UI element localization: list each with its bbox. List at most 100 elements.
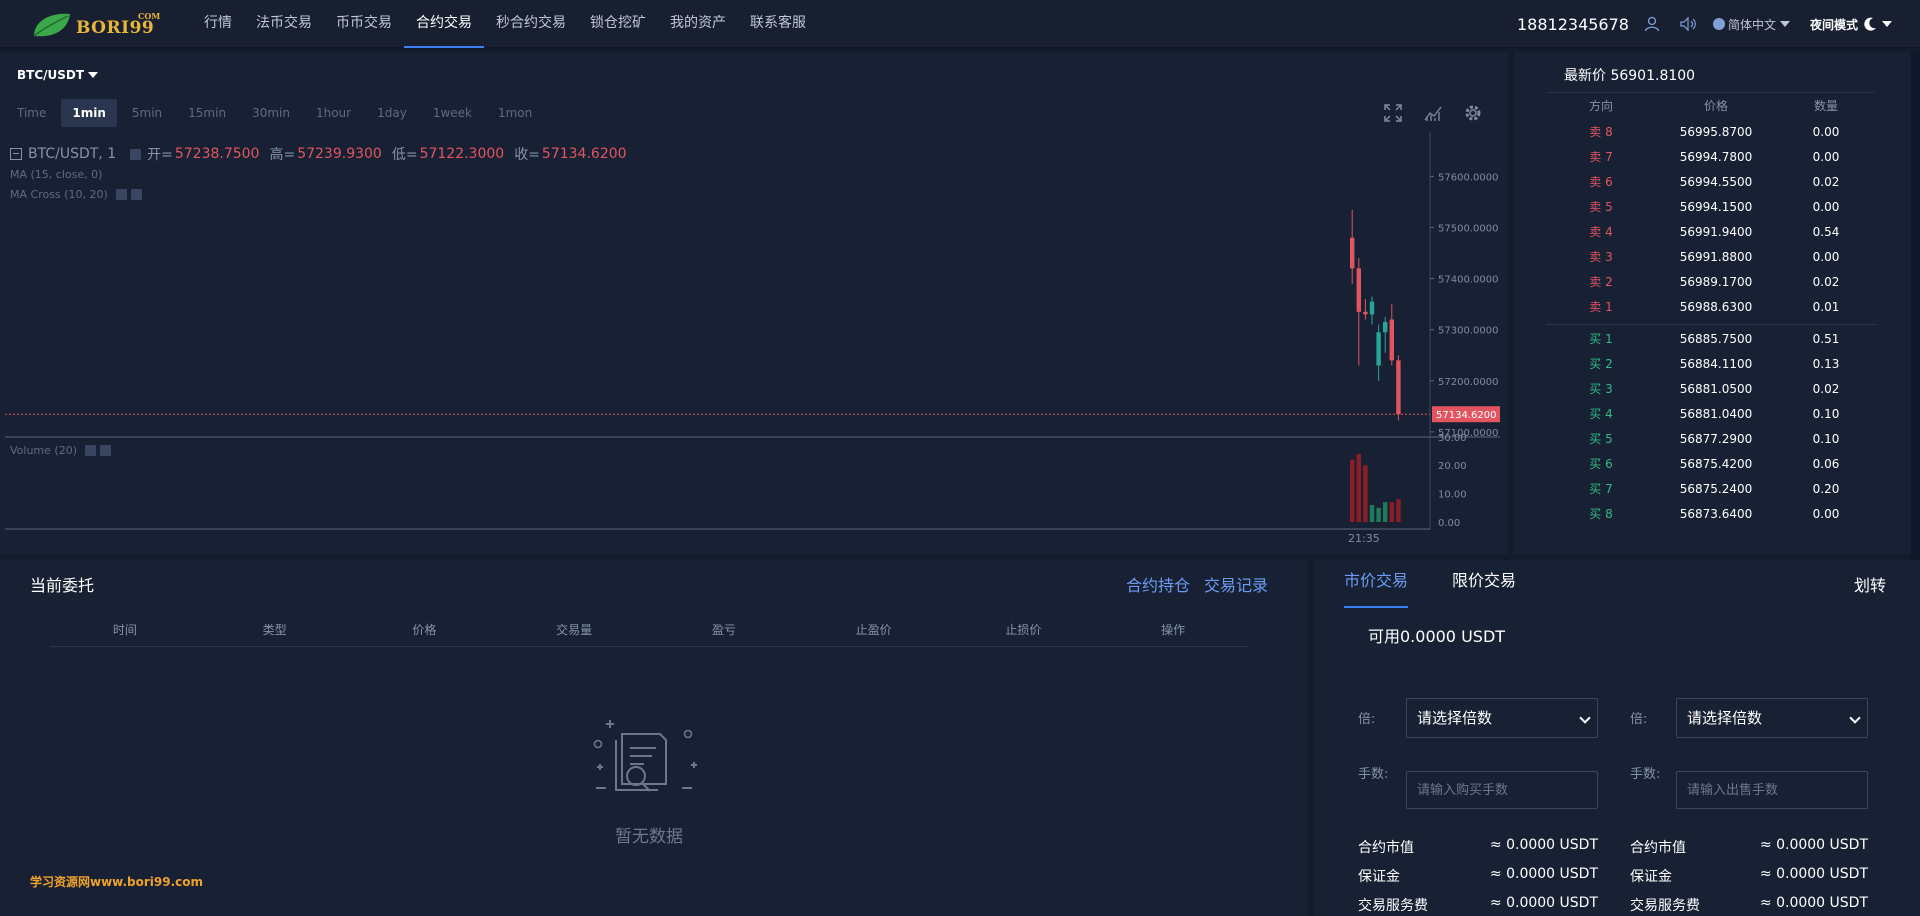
timeframe-5min[interactable]: 5min bbox=[121, 99, 173, 127]
timeframe-1mon[interactable]: 1mon bbox=[487, 99, 543, 127]
ask-list: 卖 8 56995.8700 0.00 卖 7 56994.7800 0.00 卖 6 569… bbox=[1546, 119, 1876, 319]
ask-row[interactable]: 卖 7 56994.7800 0.00 bbox=[1546, 144, 1876, 169]
buy-multiplier-select[interactable]: 请选择倍数 bbox=[1406, 698, 1598, 738]
close-icon[interactable] bbox=[100, 445, 111, 456]
ask-row[interactable]: 卖 6 56994.5500 0.02 bbox=[1546, 169, 1876, 194]
indicator-volume[interactable]: Volume (20) bbox=[10, 444, 111, 457]
candle-body bbox=[1389, 319, 1394, 361]
night-mode-label: 夜间模式 bbox=[1809, 17, 1858, 32]
bid-row[interactable]: 买 1 56885.7500 0.51 bbox=[1546, 326, 1876, 351]
volume-bar bbox=[1356, 453, 1361, 522]
chevron-down-icon bbox=[1779, 21, 1790, 27]
chevron-down-icon bbox=[1882, 21, 1892, 27]
bid-price: 56884.1100 bbox=[1679, 356, 1753, 371]
timeframe-1min[interactable]: 1min bbox=[61, 99, 117, 127]
nav-item-market[interactable]: 行情 bbox=[192, 0, 244, 48]
col-volume: 交易量 bbox=[556, 623, 593, 637]
language-selector[interactable]: 简体中文 bbox=[1712, 16, 1790, 33]
y-tick-label: 57400.0000 bbox=[1438, 275, 1498, 286]
bid-row[interactable]: 买 2 56884.1100 0.13 bbox=[1546, 351, 1876, 376]
user-icon[interactable] bbox=[1641, 13, 1663, 35]
timeframe-30min[interactable]: 30min bbox=[241, 99, 301, 127]
ask-price: 56994.7800 bbox=[1679, 149, 1753, 164]
buy-fee-value: ≈ 0.0000 USDT bbox=[1489, 895, 1598, 911]
speaker-icon[interactable] bbox=[1677, 13, 1699, 35]
history-link[interactable]: 交易记录 bbox=[1204, 572, 1268, 596]
book-divider bbox=[1546, 324, 1876, 325]
buy-market-value-label: 合约市值 bbox=[1358, 840, 1414, 856]
low-value: 57122.3000 bbox=[419, 146, 505, 162]
volume-bar bbox=[1389, 502, 1394, 522]
ask-row[interactable]: 卖 8 56995.8700 0.00 bbox=[1546, 119, 1876, 144]
fullscreen-icon[interactable] bbox=[1380, 100, 1406, 126]
pair-selector[interactable]: BTC/USDT bbox=[17, 68, 99, 82]
nav-item-assets[interactable]: 我的资产 bbox=[658, 0, 738, 48]
indicators-icon[interactable] bbox=[1420, 100, 1446, 126]
bid-side: 买 4 bbox=[1589, 407, 1613, 421]
bid-row[interactable]: 买 4 56881.0400 0.10 bbox=[1546, 401, 1876, 426]
settings-icon[interactable] bbox=[130, 148, 142, 160]
user-phone[interactable]: 18812345678 bbox=[1517, 15, 1629, 34]
moon-icon bbox=[1864, 17, 1876, 31]
tab-market-order[interactable]: 市价交易 bbox=[1344, 560, 1409, 608]
settings-icon[interactable] bbox=[85, 445, 96, 456]
brand-logo[interactable]: BORI99 COM bbox=[30, 10, 170, 42]
ask-row[interactable]: 卖 3 56991.8800 0.00 bbox=[1546, 244, 1876, 269]
ask-side: 卖 5 bbox=[1589, 200, 1613, 214]
ask-row[interactable]: 卖 1 56988.6300 0.01 bbox=[1546, 294, 1876, 319]
orders-title: 当前委托 bbox=[30, 576, 95, 595]
collapse-icon[interactable] bbox=[10, 148, 22, 160]
close-icon[interactable] bbox=[130, 189, 142, 200]
close-label: 收= bbox=[514, 147, 540, 163]
ask-row[interactable]: 卖 2 56989.1700 0.02 bbox=[1546, 269, 1876, 294]
bid-qty: 0.00 bbox=[1812, 506, 1840, 521]
bid-row[interactable]: 买 5 56877.2900 0.10 bbox=[1546, 426, 1876, 451]
bid-price: 56881.0400 bbox=[1679, 406, 1753, 421]
col-price: 价格 bbox=[412, 623, 437, 637]
sell-multiplier-select[interactable]: 请选择倍数 bbox=[1676, 698, 1868, 738]
night-mode-toggle[interactable]: 夜间模式 bbox=[1810, 16, 1892, 33]
indicator-ma-cross[interactable]: MA Cross (10, 20) bbox=[10, 188, 142, 201]
orders-table-header: 时间 类型 价格 交易量 盈亏 止盈价 止损价 操作 bbox=[50, 621, 1248, 647]
candlestick-chart[interactable]: 57600.0000 57500.0000 57400.0000 57300.0000… bbox=[0, 52, 1508, 554]
bid-price: 56877.2900 bbox=[1679, 431, 1753, 446]
settings-icon[interactable] bbox=[115, 189, 127, 200]
buy-lots-input[interactable] bbox=[1406, 771, 1598, 809]
timeframe-1day[interactable]: 1day bbox=[366, 99, 418, 127]
candle-body bbox=[1350, 237, 1355, 269]
indicator-ma-cross-label: MA Cross (10, 20) bbox=[10, 188, 108, 201]
nav-item-second-contract[interactable]: 秒合约交易 bbox=[484, 0, 578, 48]
trade-tabs: 市价交易 限价交易 bbox=[1344, 560, 1560, 608]
settings-gear-icon[interactable] bbox=[1460, 100, 1486, 126]
sell-lots-input[interactable] bbox=[1676, 771, 1868, 809]
nav-item-spot[interactable]: 币币交易 bbox=[324, 0, 404, 48]
transfer-button[interactable]: 划转 bbox=[1854, 572, 1886, 596]
bid-row[interactable]: 买 8 56873.6400 0.00 bbox=[1546, 501, 1876, 526]
ask-price: 56994.5500 bbox=[1679, 174, 1753, 189]
timeframe-time[interactable]: Time bbox=[6, 99, 57, 127]
timeframe-1hour[interactable]: 1hour bbox=[305, 99, 362, 127]
ask-price: 56989.1700 bbox=[1679, 274, 1753, 289]
bid-row[interactable]: 买 3 56881.0500 0.02 bbox=[1546, 376, 1876, 401]
nav-item-support[interactable]: 联系客服 bbox=[738, 0, 818, 48]
ask-qty: 0.54 bbox=[1812, 224, 1840, 239]
timeframe-15min[interactable]: 15min bbox=[177, 99, 237, 127]
nav-right: 18812345678 简体中文 夜间模式 bbox=[1517, 0, 1920, 48]
buy-lots-label: 手数: bbox=[1358, 767, 1389, 782]
timeframe-1week[interactable]: 1week bbox=[422, 99, 483, 127]
tab-limit-order[interactable]: 限价交易 bbox=[1452, 560, 1516, 608]
candle-body bbox=[1363, 311, 1368, 315]
nav-item-fiat[interactable]: 法币交易 bbox=[244, 0, 324, 48]
ask-row[interactable]: 卖 4 56991.9400 0.54 bbox=[1546, 219, 1876, 244]
nav-item-contract[interactable]: 合约交易 bbox=[404, 0, 484, 48]
available-balance: 可用0.0000 USDT bbox=[1368, 627, 1506, 646]
bid-row[interactable]: 买 7 56875.2400 0.20 bbox=[1546, 476, 1876, 501]
ask-row[interactable]: 卖 5 56994.1500 0.00 bbox=[1546, 194, 1876, 219]
bid-row[interactable]: 买 6 56875.4200 0.06 bbox=[1546, 451, 1876, 476]
sell-lots-label: 手数: bbox=[1630, 767, 1661, 782]
positions-link[interactable]: 合约持仓 bbox=[1126, 572, 1190, 596]
y-tick-label: 57300.0000 bbox=[1438, 326, 1498, 337]
indicator-ma[interactable]: MA (15, close, 0) bbox=[10, 168, 102, 181]
candle-body bbox=[1396, 360, 1401, 415]
nav-item-staking[interactable]: 锁仓挖矿 bbox=[578, 0, 658, 48]
